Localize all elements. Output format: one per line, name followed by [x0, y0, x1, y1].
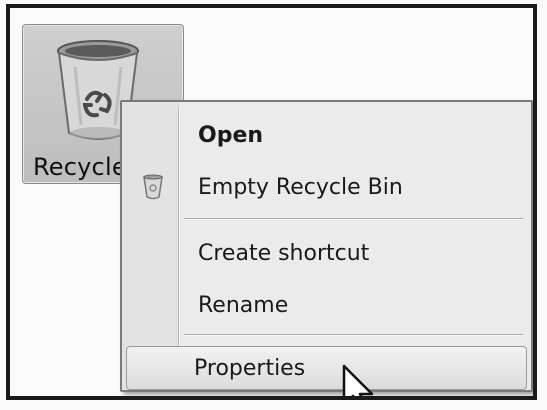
menu-item-rename[interactable]: Rename	[126, 284, 527, 326]
menu-item-empty-recycle-bin[interactable]: Empty Recycle Bin	[126, 166, 527, 208]
menu-item-open[interactable]: Open	[126, 114, 527, 156]
recycle-bin-icon	[143, 174, 163, 200]
menu-item-properties[interactable]: Properties	[126, 346, 527, 390]
context-menu: Open Empty Recycle Bin Create shortcut R…	[120, 100, 533, 392]
menu-item-create-shortcut[interactable]: Create shortcut	[126, 232, 527, 274]
recycle-bin-label: Recycle	[33, 153, 127, 181]
screenshot-frame: Recycle Open Empty Recycle Bin Create sh…	[6, 4, 537, 400]
mouse-pointer-icon	[342, 364, 374, 396]
menu-separator	[184, 334, 523, 335]
menu-separator	[184, 218, 523, 219]
